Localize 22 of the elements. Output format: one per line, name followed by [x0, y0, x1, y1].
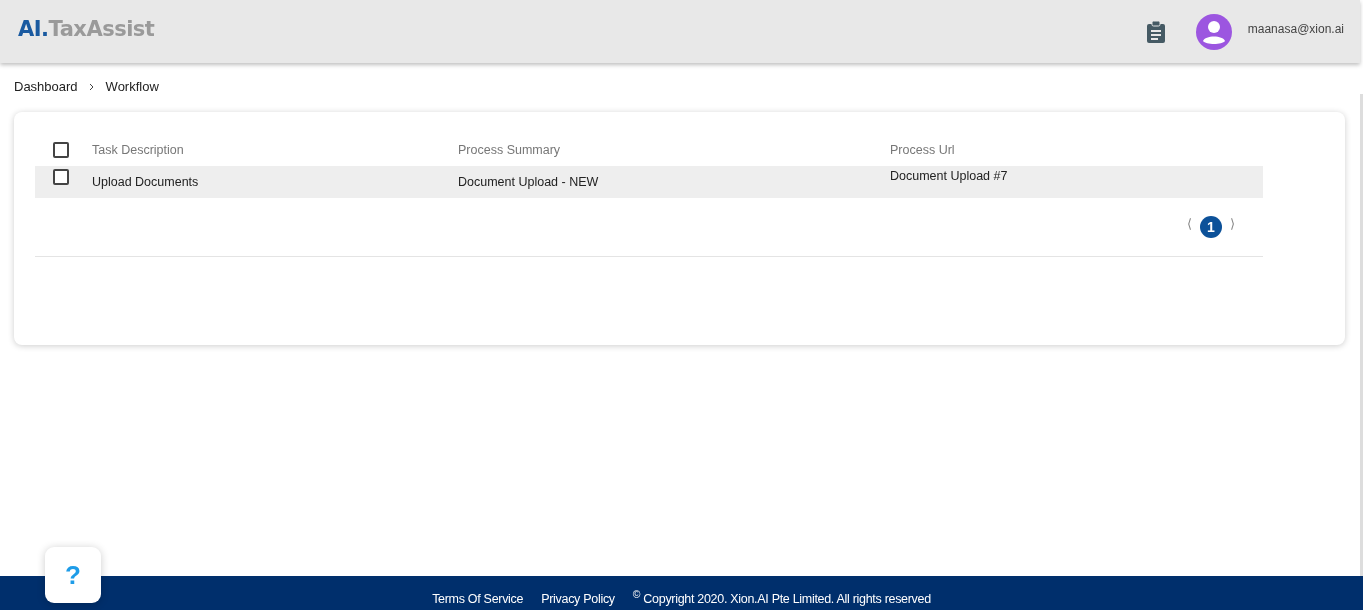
footer-link[interactable]: Terms Of Service — [432, 592, 524, 606]
previous-page-button[interactable]: ⟨ — [1187, 216, 1192, 231]
breadcrumb-link[interactable]: Dashboard — [14, 79, 78, 94]
clipboard-icon[interactable] — [1145, 20, 1166, 43]
column-header: Process Url — [890, 143, 956, 157]
column-header: Task Description — [92, 143, 185, 157]
table-cell-text: Document Upload - NEW — [458, 175, 600, 189]
checkbox[interactable] — [53, 169, 69, 185]
page-button[interactable]: 1 — [1200, 216, 1222, 238]
logo: AI.TaxAssist — [18, 16, 155, 41]
next-page-button[interactable]: ⟩ — [1230, 216, 1235, 231]
checkbox[interactable] — [53, 142, 69, 158]
breadcrumb-link[interactable]: Workflow — [105, 79, 159, 94]
footer-link[interactable]: Privacy Policy — [541, 592, 615, 606]
copyright-text: $^{©}$ Copyright 2020. Xion.AI Pte Limited. All rights reserved — [632, 588, 931, 606]
user-email[interactable]: maanasa@xion.ai — [1247, 21, 1344, 36]
table-cell-text: Upload Documents — [92, 175, 200, 189]
avatar-icon[interactable] — [1195, 13, 1232, 50]
table-row[interactable]: Upload Documents Document Upload - NEW Document Upload #7 — [35, 166, 1263, 198]
table-cell-text: Document Upload #7 — [890, 169, 1009, 183]
column-header: Process Summary — [458, 143, 562, 157]
chevron-icon — [87, 82, 96, 91]
